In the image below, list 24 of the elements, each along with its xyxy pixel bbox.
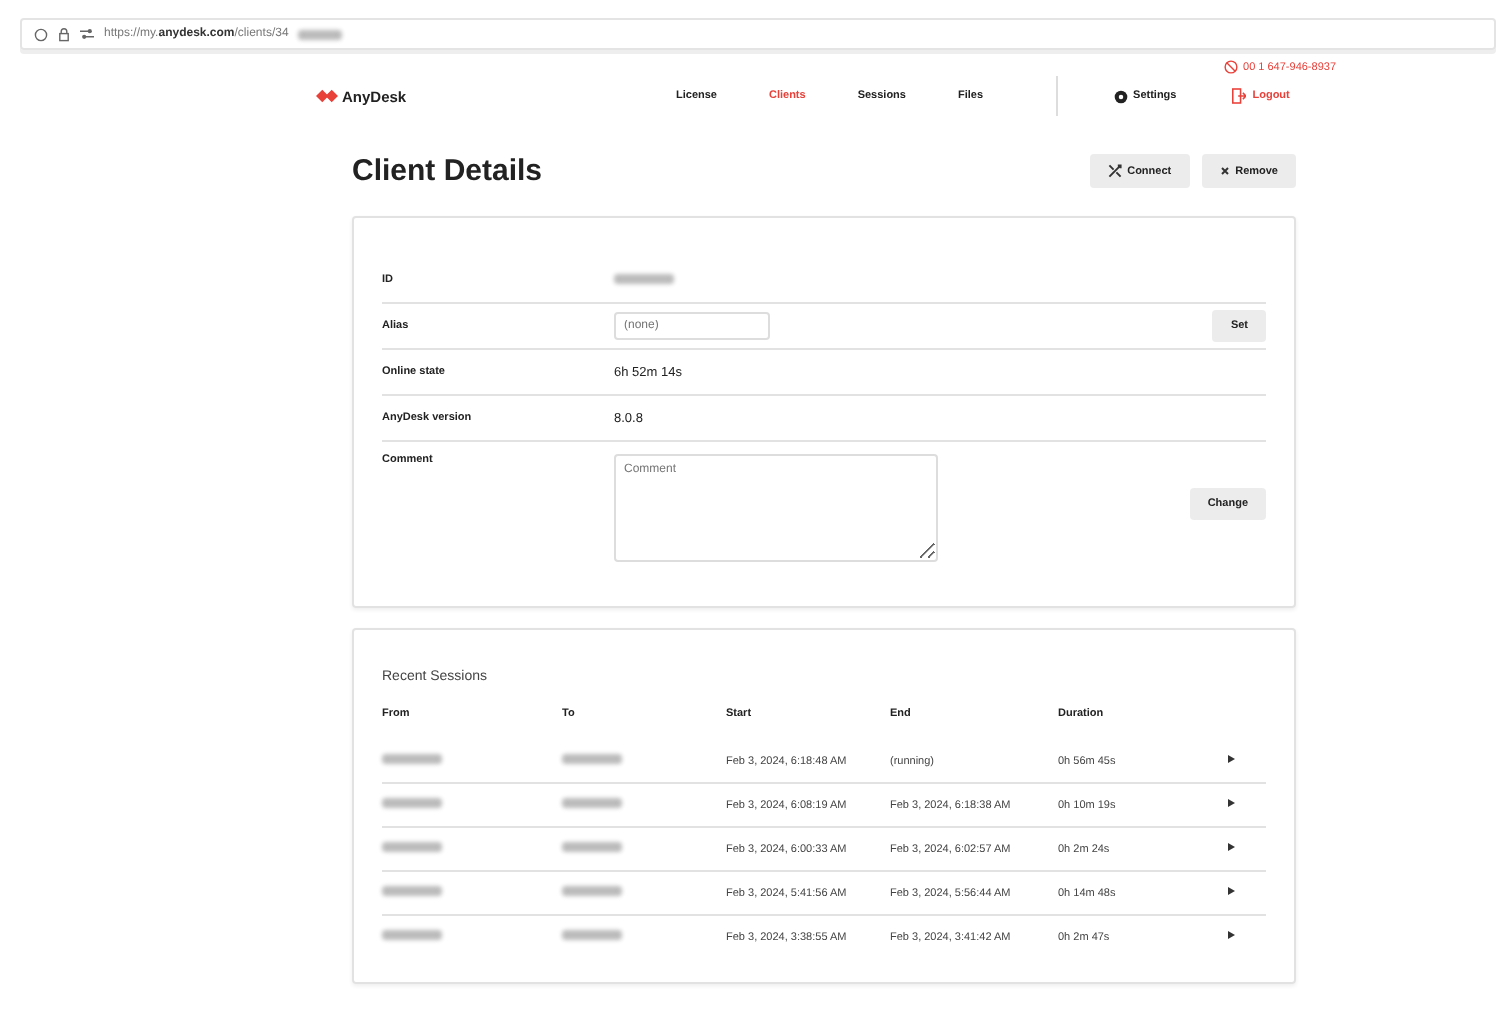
play-icon[interactable] xyxy=(1226,930,1236,940)
redacted-mark xyxy=(382,886,442,896)
redacted-mark xyxy=(382,930,442,940)
lock-icon xyxy=(58,27,70,41)
redacted-mark xyxy=(382,754,442,764)
redacted-mark xyxy=(562,842,622,852)
redacted-mark xyxy=(562,930,622,940)
redacted-mark xyxy=(382,842,442,852)
play-icon[interactable] xyxy=(1226,798,1236,808)
connect-icon xyxy=(1107,164,1122,178)
page-title: Client Details xyxy=(352,154,545,188)
permissions-icon xyxy=(80,28,94,40)
redacted-mark xyxy=(562,798,622,808)
redacted-mark xyxy=(562,754,622,764)
play-icon[interactable] xyxy=(1226,842,1236,852)
play-icon[interactable] xyxy=(1226,886,1236,896)
redacted-mark xyxy=(382,798,442,808)
close-icon xyxy=(1219,166,1230,176)
logout-icon xyxy=(1232,88,1247,104)
redacted-mark xyxy=(298,29,343,39)
id-value xyxy=(614,273,674,283)
logo-icon xyxy=(316,88,338,104)
play-icon[interactable] xyxy=(1226,754,1236,764)
redacted-mark xyxy=(562,886,622,896)
